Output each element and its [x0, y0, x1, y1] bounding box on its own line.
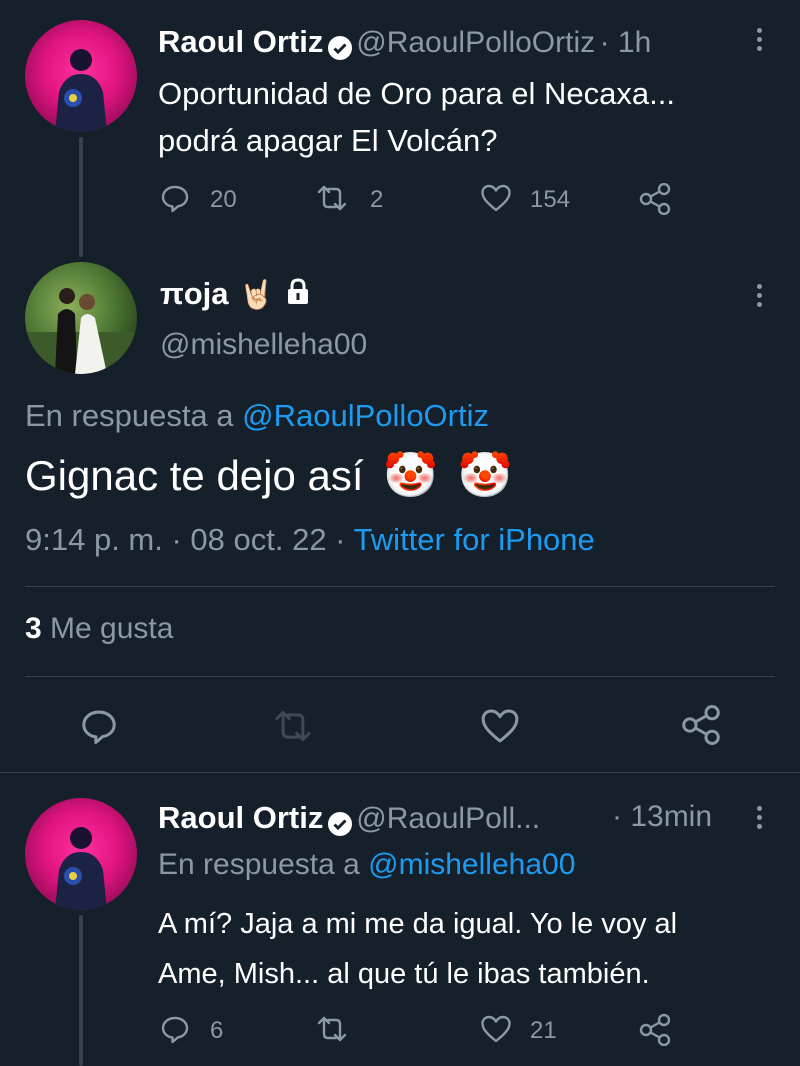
avatar[interactable]	[25, 798, 137, 910]
tweet-text: Gignac te dejo así	[25, 452, 364, 499]
reply-icon	[161, 185, 189, 213]
heart-icon	[481, 1015, 511, 1043]
reply-to-link[interactable]: @mishelleha00	[368, 848, 575, 881]
retweet-button[interactable]	[272, 707, 314, 745]
heart-icon	[481, 709, 519, 743]
divider	[0, 772, 800, 773]
share-icon	[639, 183, 671, 215]
author-name[interactable]: Raoul Ortiz	[158, 24, 323, 59]
user-header: πoja 🤘🏻	[160, 276, 310, 312]
reply-context: En respuesta a @RaoulPolloOrtiz	[25, 398, 489, 434]
share-icon	[682, 705, 720, 745]
display-name[interactable]: πoja	[160, 276, 229, 311]
tweet-text-line: Oportunidad de Oro para el Necaxa...	[158, 76, 675, 111]
action-bar: 6 21	[160, 1014, 680, 1048]
author-handle[interactable]: @RaoulPoll...	[356, 802, 540, 835]
retweet-button[interactable]	[315, 1014, 349, 1044]
retweet-icon	[317, 1016, 347, 1042]
likes-number: 3	[25, 612, 42, 645]
author-name[interactable]: Raoul Ortiz	[158, 800, 323, 835]
reply-count: 6	[210, 1017, 224, 1044]
rock-on-emoji: 🤘🏻	[238, 279, 274, 310]
reply-button[interactable]	[160, 183, 190, 213]
lock-icon	[286, 278, 310, 306]
like-count: 21	[530, 1017, 557, 1044]
verified-badge-icon	[327, 811, 352, 836]
thread-line	[79, 915, 83, 1066]
retweet-button[interactable]	[315, 183, 349, 213]
main-tweet-text: Gignac te dejo así 🤡 🤡	[25, 449, 512, 501]
share-icon	[639, 1014, 671, 1046]
share-button[interactable]	[680, 705, 722, 745]
source-link[interactable]: Twitter for iPhone	[354, 522, 595, 557]
tweet-text-line: podrá apagar El Volcán?	[158, 123, 498, 158]
reply-icon	[161, 1016, 189, 1044]
reply-icon	[82, 710, 116, 744]
divider	[25, 676, 775, 677]
verified-badge-icon	[327, 35, 352, 60]
clown-emoji: 🤡	[383, 451, 439, 500]
more-options-icon[interactable]	[756, 28, 764, 55]
thread-line	[79, 137, 83, 257]
divider	[25, 586, 775, 587]
clown-emoji: 🤡	[457, 451, 513, 500]
share-button[interactable]	[638, 183, 672, 215]
reply-button[interactable]	[160, 1014, 190, 1044]
reply-to-link[interactable]: @RaoulPolloOrtiz	[242, 398, 489, 433]
tweet-time[interactable]: · 1h	[600, 26, 652, 59]
more-options-icon[interactable]	[756, 284, 764, 311]
tweet-text-line: A mí? Jaja a mi me da igual. Yo le voy a…	[158, 908, 678, 940]
avatar[interactable]	[25, 262, 137, 374]
retweet-count: 2	[370, 186, 384, 213]
person-silhouette-icon	[55, 827, 107, 910]
more-options-icon[interactable]	[756, 806, 764, 833]
author-handle[interactable]: @RaoulPolloOrtiz	[356, 26, 595, 59]
couple-photo-icon	[25, 288, 137, 374]
tweet-header: Raoul Ortiz @RaoulPolloOrtiz · 1h	[158, 24, 651, 60]
heart-icon	[481, 184, 511, 212]
reply-context: En respuesta a @mishelleha00	[158, 848, 575, 882]
like-button[interactable]	[480, 1014, 512, 1044]
tweet-meta: 9:14 p. m. · 08 oct. 22 · Twitter for iP…	[25, 522, 595, 558]
reply-button[interactable]	[80, 707, 118, 745]
tweet-header: Raoul Ortiz @RaoulPoll...	[158, 800, 540, 836]
reply-count: 20	[210, 186, 237, 213]
timestamp[interactable]: 9:14 p. m. · 08 oct. 22 ·	[25, 522, 346, 557]
share-button[interactable]	[638, 1014, 672, 1046]
person-silhouette-icon	[55, 49, 107, 132]
like-button[interactable]	[480, 707, 520, 745]
tweet-text: Oportunidad de Oro para el Necaxa... pod…	[158, 70, 675, 164]
retweet-icon	[317, 185, 347, 211]
action-bar: 20 2 154	[160, 183, 680, 217]
like-button[interactable]	[480, 183, 512, 213]
like-count: 154	[530, 186, 571, 213]
tweet-time[interactable]: · 13min	[612, 800, 712, 834]
reply-prefix: En respuesta a	[158, 848, 360, 881]
likes-label: Me gusta	[50, 612, 174, 645]
tweet-text: A mí? Jaja a mi me da igual. Yo le voy a…	[158, 899, 677, 999]
tweet-text-line: Ame, Mish... al que tú le ibas también.	[158, 958, 650, 990]
user-handle[interactable]: @mishelleha00	[160, 328, 367, 362]
retweet-icon	[275, 710, 311, 742]
likes-summary[interactable]: 3 Me gusta	[25, 612, 173, 646]
reply-prefix: En respuesta a	[25, 398, 234, 433]
avatar[interactable]	[25, 20, 137, 132]
